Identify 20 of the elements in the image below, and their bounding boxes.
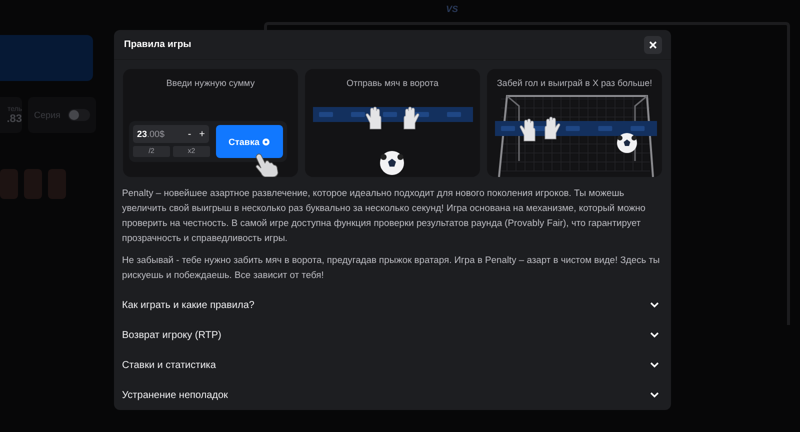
stat-value: .83 <box>6 112 22 124</box>
amount-field[interactable]: 23.00$ - + <box>133 125 209 143</box>
step-caption: Введи нужную сумму <box>166 78 255 90</box>
step-caption: Забей гол и выиграй в X раз больше! <box>496 78 652 90</box>
minus-button[interactable]: - <box>188 128 192 140</box>
streak-toggle[interactable] <box>68 109 90 121</box>
section-title[interactable]: Возврат игроку (RTP) <box>122 330 222 340</box>
plus-button[interactable]: + <box>199 128 205 140</box>
section-title[interactable]: Устранение неполадок <box>122 390 228 400</box>
pointer-hand-icon <box>253 153 279 177</box>
close-icon <box>649 40 657 48</box>
section-title[interactable]: Как играть и какие правила? <box>122 300 254 310</box>
modal-title: Правила игры <box>124 39 192 50</box>
description-paragraph: Не забывай - тебе нужно забить мяч в ворота, предугадав прыжок вратаря. Игра в Penalty – азарт в чистом виде! Здесь ты рискуешь и побеждаешь. Все зависит от тебя! <box>122 253 661 282</box>
bet-button[interactable]: Ставка <box>216 125 283 158</box>
description-paragraph: Penalty – новейшее азартное развлечение, которое идеально подходит для нового поколения игроков. Ты можешь увеличить свой выигрыш в несколько раз буквально за несколько секунд! Игра основана на механизме, который можно проверить на честность. В самой игре доступна функция проверки результатов раунда (Provably Fair), что гарантирует прозрачность и справедливость игры. <box>122 186 646 245</box>
section-title[interactable]: Ставки и статистика <box>122 360 216 370</box>
versus-label: VS <box>446 4 458 14</box>
step-caption: Отправь мяч в ворота <box>346 78 439 90</box>
close-button[interactable] <box>644 36 662 54</box>
